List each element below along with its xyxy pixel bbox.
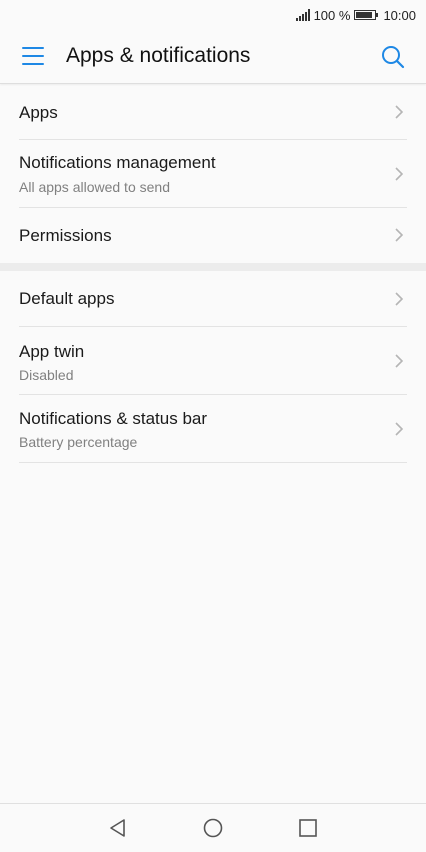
chevron-right-icon bbox=[395, 228, 404, 242]
chevron-right-icon bbox=[395, 167, 404, 181]
list-item-label: Notifications management bbox=[19, 153, 216, 172]
chevron-right-icon bbox=[395, 354, 404, 368]
search-icon[interactable] bbox=[380, 44, 406, 70]
status-indicators: 100 % 10:00 bbox=[295, 6, 416, 24]
list-item-label: Notifications & status bar bbox=[19, 409, 208, 428]
list-item-sub: Disabled bbox=[19, 367, 74, 383]
list-item-default-apps[interactable]: Default apps bbox=[19, 271, 407, 327]
list-item-notifications-management[interactable]: Notifications management All apps allowe… bbox=[19, 140, 407, 208]
back-triangle-icon[interactable] bbox=[108, 818, 128, 838]
list-item-notifications-status-bar[interactable]: Notifications & status bar Battery perce… bbox=[19, 395, 407, 463]
clock: 10:00 bbox=[383, 7, 416, 23]
list-item-label: Permissions bbox=[19, 226, 112, 245]
app-bar: Apps & notifications bbox=[0, 30, 426, 84]
hamburger-menu-icon[interactable] bbox=[22, 47, 44, 65]
home-circle-icon[interactable] bbox=[203, 818, 223, 838]
status-bar: 100 % 10:00 bbox=[0, 0, 426, 30]
signal-icon bbox=[295, 9, 310, 21]
page-title: Apps & notifications bbox=[66, 44, 251, 67]
chevron-right-icon bbox=[395, 105, 404, 119]
settings-section-1: Apps Notifications management All apps a… bbox=[0, 86, 426, 262]
recents-square-icon[interactable] bbox=[298, 818, 318, 838]
settings-section-2: Default apps App twin Disabled Notificat… bbox=[0, 271, 426, 463]
navigation-bar bbox=[0, 803, 426, 852]
chevron-right-icon bbox=[395, 292, 404, 306]
list-item-permissions[interactable]: Permissions bbox=[19, 208, 407, 262]
section-divider bbox=[0, 263, 426, 271]
chevron-right-icon bbox=[395, 422, 404, 436]
battery-percentage: 100 % bbox=[313, 7, 351, 23]
list-item-label: Apps bbox=[19, 103, 58, 122]
list-item-sub: Battery percentage bbox=[19, 434, 138, 450]
list-item-app-twin[interactable]: App twin Disabled bbox=[19, 327, 407, 395]
battery-icon bbox=[354, 10, 379, 20]
list-item-apps[interactable]: Apps bbox=[19, 86, 407, 140]
list-item-label: Default apps bbox=[19, 289, 115, 308]
list-item-sub: All apps allowed to send bbox=[19, 179, 170, 195]
list-item-label: App twin bbox=[19, 342, 85, 361]
